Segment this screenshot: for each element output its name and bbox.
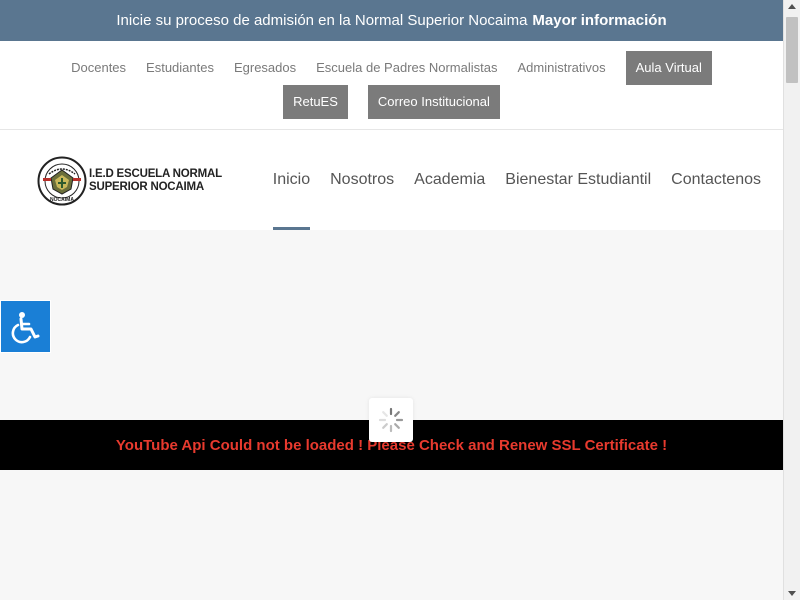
seal-text: NOCAIMA [50,197,74,203]
main-menu: Inicio Nosotros Academia Bienestar Estud… [253,130,761,230]
nav-link-administrativos[interactable]: Administrativos [507,51,615,85]
nav-link-escuela-de-padres[interactable]: Escuela de Padres Normalistas [306,51,507,85]
menu-item-bienestar-estudiantil[interactable]: Bienestar Estudiantil [505,130,651,230]
menu-item-inicio[interactable]: Inicio [272,130,311,230]
more-info-link[interactable]: Mayor información [532,12,666,29]
aula-virtual-button[interactable]: Aula Virtual [625,51,712,85]
main-header: NOCAIMA I.E.D ESCUELA NORMAL SUPERIOR NO… [0,130,783,230]
school-seal-icon: NOCAIMA [37,156,87,206]
menu-item-nosotros[interactable]: Nosotros [330,130,394,230]
logo-line-1: I.E.D ESCUELA NORMAL [89,168,222,180]
correo-institucional-button[interactable]: Correo Institucional [367,85,500,119]
nav-link-docentes[interactable]: Docentes [61,51,136,85]
accessibility-button[interactable] [0,300,51,353]
scroll-down-icon[interactable] [788,591,796,596]
logo-text: I.E.D ESCUELA NORMAL SUPERIOR NOCAIMA [89,168,222,194]
loading-spinner [369,398,413,442]
page: Inicie su proceso de admisión en la Norm… [0,0,800,600]
site-logo[interactable]: NOCAIMA I.E.D ESCUELA NORMAL SUPERIOR NO… [37,156,222,206]
scroll-up-icon[interactable] [788,4,796,9]
page-scrollbar[interactable] [783,0,800,600]
secondary-nav: Docentes Estudiantes Egresados Escuela d… [0,41,783,130]
nav-link-egresados[interactable]: Egresados [224,51,306,85]
admission-banner: Inicie su proceso de admisión en la Norm… [0,0,783,41]
spinner-icon [378,407,404,433]
scrollbar-thumb[interactable] [786,17,798,83]
admission-banner-text: Inicie su proceso de admisión en la Norm… [116,12,528,29]
menu-item-academia[interactable]: Academia [414,130,485,230]
nav-link-estudiantes[interactable]: Estudiantes [136,51,224,85]
wheelchair-icon [11,311,39,343]
menu-item-contactenos[interactable]: Contactenos [671,130,761,230]
retues-button[interactable]: RetuES [283,85,348,119]
logo-line-2: SUPERIOR NOCAIMA [89,181,205,193]
